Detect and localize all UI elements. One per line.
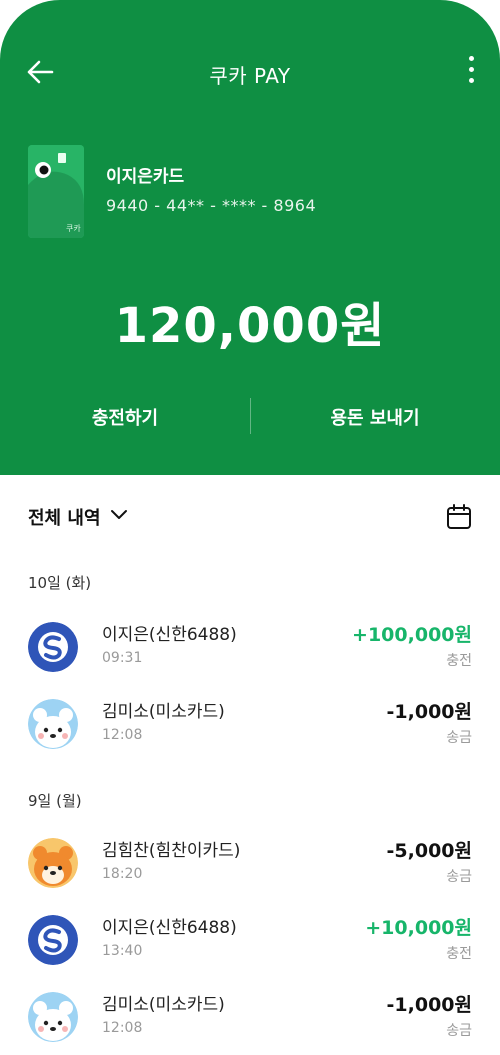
transaction-time: 18:20 bbox=[102, 866, 143, 882]
transaction-time: 13:40 bbox=[102, 943, 143, 959]
transaction-type: 송금 bbox=[446, 869, 472, 885]
balance-amount: 120,000원 bbox=[114, 298, 386, 354]
shinhan-logo-icon bbox=[28, 915, 78, 965]
transaction-type: 충전 bbox=[446, 653, 472, 669]
transaction-amount: -5,000원 bbox=[386, 840, 472, 862]
transaction-row[interactable]: 김힘찬(힘찬이카드) 18:20 -5,000원 송금 bbox=[28, 836, 472, 890]
card-name: 이지은카드 bbox=[106, 167, 185, 187]
transaction-name: 이지은(신한6488) bbox=[102, 918, 237, 938]
transaction-type: 송금 bbox=[446, 1023, 472, 1039]
action-bar: 충전하기 용돈 보내기 bbox=[0, 398, 500, 434]
transaction-amount: +100,000원 bbox=[352, 624, 472, 646]
orange-bear-avatar-icon bbox=[28, 838, 78, 888]
history-header: 전체 내역 bbox=[28, 504, 472, 534]
transaction-name: 김미소(미소카드) bbox=[102, 995, 225, 1015]
transaction-row[interactable]: 김미소(미소카드) 12:08 -1,000원 송금 bbox=[28, 990, 472, 1044]
transaction-name: 김힘찬(힘찬이카드) bbox=[102, 841, 241, 861]
pay-screen: 쿠카 PAY 쿠카 이지은카드 9440 - 44** - **** - 896… bbox=[0, 0, 500, 1055]
transaction-amount: +10,000원 bbox=[365, 917, 472, 939]
transaction-row[interactable]: 이지은(신한6488) 09:31 +100,000원 충전 bbox=[28, 620, 472, 674]
transaction-amount: -1,000원 bbox=[386, 701, 472, 723]
date-group-label: 10일 (화) bbox=[28, 574, 92, 592]
transaction-name: 김미소(미소카드) bbox=[102, 702, 225, 722]
date-group-label: 9일 (월) bbox=[28, 792, 82, 810]
shinhan-logo-icon bbox=[28, 622, 78, 672]
transaction-type: 송금 bbox=[446, 730, 472, 746]
card-number: 9440 - 44** - **** - 8964 bbox=[106, 196, 317, 215]
transaction-time: 12:08 bbox=[102, 727, 143, 743]
charge-button[interactable]: 충전하기 bbox=[0, 404, 250, 430]
calendar-icon[interactable] bbox=[446, 504, 472, 530]
more-menu-icon[interactable] bbox=[466, 56, 476, 90]
transaction-amount: -1,000원 bbox=[386, 994, 472, 1016]
white-bear-avatar-icon bbox=[28, 699, 78, 749]
header-section: 쿠카 PAY 쿠카 이지은카드 9440 - 44** - **** - 896… bbox=[0, 0, 500, 475]
white-bear-avatar-icon bbox=[28, 992, 78, 1042]
send-allowance-button[interactable]: 용돈 보내기 bbox=[250, 404, 500, 430]
transaction-row[interactable]: 김미소(미소카드) 12:08 -1,000원 송금 bbox=[28, 697, 472, 751]
page-title: 쿠카 PAY bbox=[209, 64, 291, 88]
transaction-time: 09:31 bbox=[102, 650, 143, 666]
transaction-type: 충전 bbox=[446, 946, 472, 962]
transaction-time: 12:08 bbox=[102, 1020, 143, 1036]
svg-text:쿠카: 쿠카 bbox=[66, 224, 81, 233]
history-filter-dropdown[interactable]: 전체 내역 bbox=[28, 504, 101, 530]
filter-label: 전체 내역 bbox=[28, 508, 101, 529]
transaction-name: 이지은(신한6488) bbox=[102, 625, 237, 645]
transaction-row[interactable]: 이지은(신한6488) 13:40 +10,000원 충전 bbox=[28, 913, 472, 967]
chevron-down-icon[interactable] bbox=[110, 506, 128, 524]
card-image: 쿠카 bbox=[28, 145, 84, 238]
app-bar: 쿠카 PAY bbox=[0, 50, 500, 96]
